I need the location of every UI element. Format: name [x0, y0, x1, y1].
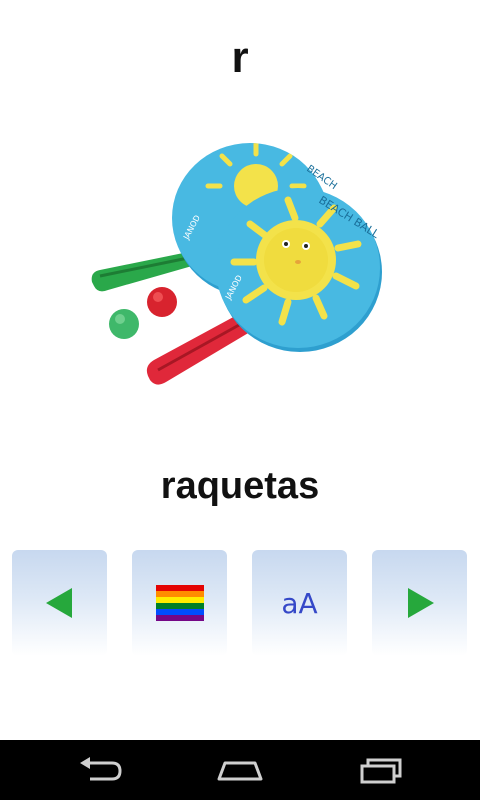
language-button[interactable]	[132, 550, 227, 656]
triangle-left-icon	[45, 588, 72, 618]
red-ball	[147, 287, 177, 317]
rainbow-flag-icon	[155, 585, 204, 621]
triangle-right-icon	[407, 588, 434, 618]
home-button[interactable]	[210, 750, 270, 790]
letter-heading: r	[231, 33, 249, 82]
flashcard-screen: r BEACH JANOD BEACH BALL JANOD raquetas …	[0, 0, 480, 740]
case-toggle-label: aA	[281, 586, 318, 620]
home-icon	[217, 761, 263, 781]
next-button[interactable]	[372, 550, 467, 656]
green-ball	[109, 309, 139, 339]
recents-button[interactable]	[350, 750, 410, 790]
back-icon	[80, 757, 122, 781]
case-toggle-button[interactable]: aA	[252, 550, 347, 656]
card-image: BEACH JANOD BEACH BALL JANOD	[80, 140, 400, 396]
recents-icon	[360, 758, 402, 784]
back-button[interactable]	[70, 750, 130, 790]
system-navigation-bar	[0, 740, 480, 800]
word-label: raquetas	[160, 465, 320, 507]
previous-button[interactable]	[12, 550, 107, 656]
